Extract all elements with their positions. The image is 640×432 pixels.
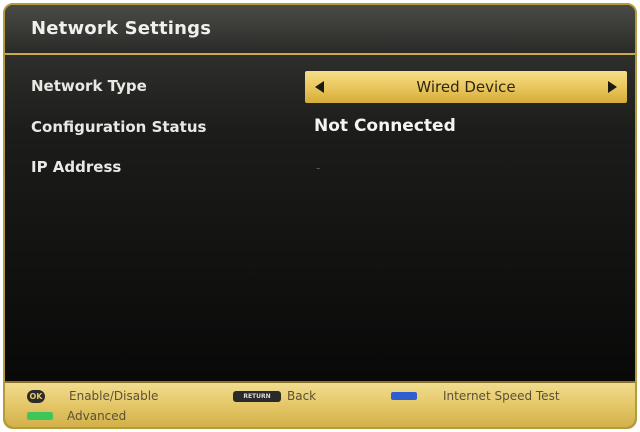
enable-disable-hint[interactable]: OK Enable/Disable — [27, 389, 158, 403]
ok-button-icon: OK — [27, 389, 45, 403]
configuration-status-label: Configuration Status — [31, 118, 207, 136]
return-key-icon: RETURN — [233, 390, 281, 402]
back-label: Back — [287, 389, 317, 403]
footer-legend: OK Enable/Disable RETURN Back Internet S… — [5, 381, 635, 427]
network-type-selector[interactable]: Wired Device — [305, 71, 627, 103]
advanced-hint[interactable]: Advanced — [27, 409, 126, 423]
ip-address-label: IP Address — [31, 158, 122, 176]
internet-speed-test-label: Internet Speed Test — [443, 389, 560, 403]
network-type-label: Network Type — [31, 77, 147, 95]
green-key-icon — [27, 412, 53, 420]
page-title: Network Settings — [31, 18, 212, 39]
blue-key-icon — [391, 392, 417, 400]
arrow-right-icon[interactable] — [608, 81, 617, 93]
configuration-status-value: Not Connected — [314, 116, 456, 136]
network-type-value: Wired Device — [416, 78, 516, 96]
enable-disable-label: Enable/Disable — [69, 389, 159, 403]
title-bar: Network Settings — [5, 5, 635, 55]
internet-speed-test-hint[interactable]: Internet Speed Test — [391, 389, 560, 403]
network-settings-dialog: Network Settings Network Type Wired Devi… — [3, 3, 637, 429]
back-hint[interactable]: RETURN Back — [233, 389, 316, 403]
ip-address-value: - — [316, 161, 321, 175]
advanced-label: Advanced — [67, 409, 127, 423]
